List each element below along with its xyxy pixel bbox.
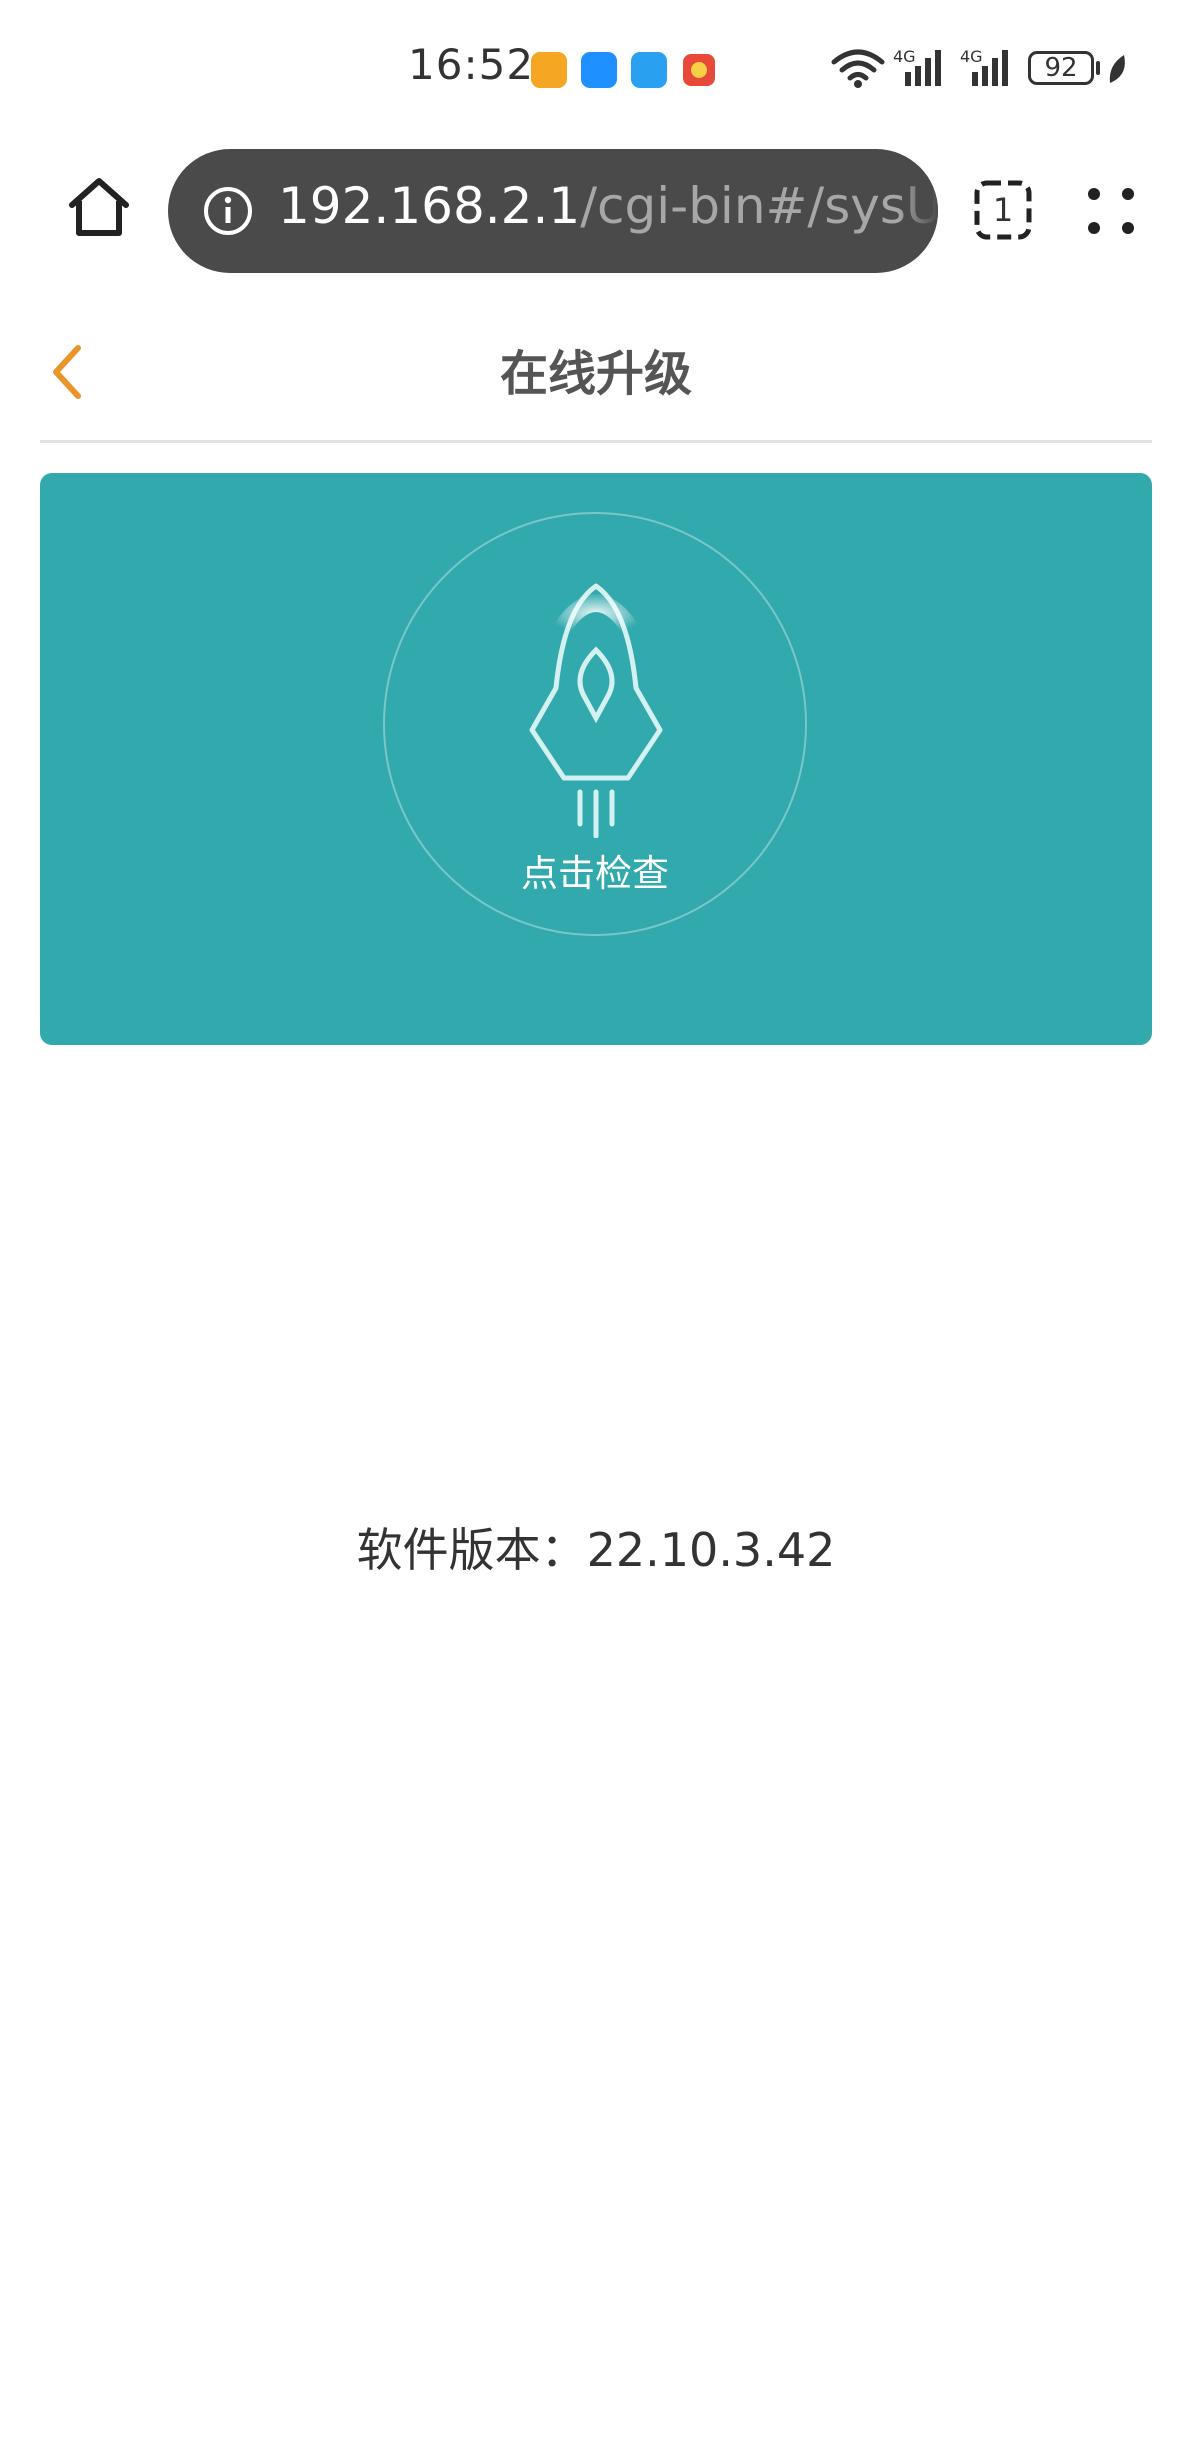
url-host: 192.168.2.1 <box>278 177 581 235</box>
url-text[interactable]: 192.168.2.1/cgi-bin#/sysUpg <box>278 177 938 235</box>
upgrade-card: 点击检查 <box>40 473 1152 1045</box>
app-notification-icon <box>531 52 567 88</box>
cloud-icon <box>631 52 667 88</box>
leaf-icon <box>1109 55 1125 83</box>
home-icon[interactable] <box>66 175 132 239</box>
app-icon <box>681 52 717 88</box>
wifi-icon <box>831 49 885 88</box>
url-fade <box>898 149 938 273</box>
header-divider <box>40 440 1152 443</box>
check-label[interactable]: 点击检查 <box>383 843 807 897</box>
status-time: 16:52 <box>408 40 535 89</box>
status-bar: 16:52 4G 4G 92 <box>0 0 1192 140</box>
svg-text:4G: 4G <box>960 47 983 66</box>
message-icon <box>581 52 617 88</box>
tab-count[interactable]: 1 <box>974 180 1032 240</box>
svg-text:4G: 4G <box>893 47 916 66</box>
software-version: 软件版本：22.10.3.42 <box>356 1523 836 1577</box>
url-path: /cgi-bin#/sysUpg <box>580 177 938 235</box>
battery-nub <box>1096 61 1100 75</box>
url-bar[interactable]: 192.168.2.1/cgi-bin#/sysUpg <box>168 149 938 273</box>
rocket-icon <box>529 583 663 838</box>
page-title: 在线升级 <box>499 346 692 402</box>
info-icon[interactable] <box>202 185 254 237</box>
menu-dots-icon[interactable] <box>1088 188 1134 234</box>
battery-icon: 92 <box>1028 51 1094 85</box>
signal-4g-icon: 4G <box>893 47 941 86</box>
signal-4g-icon: 4G <box>960 47 1008 86</box>
